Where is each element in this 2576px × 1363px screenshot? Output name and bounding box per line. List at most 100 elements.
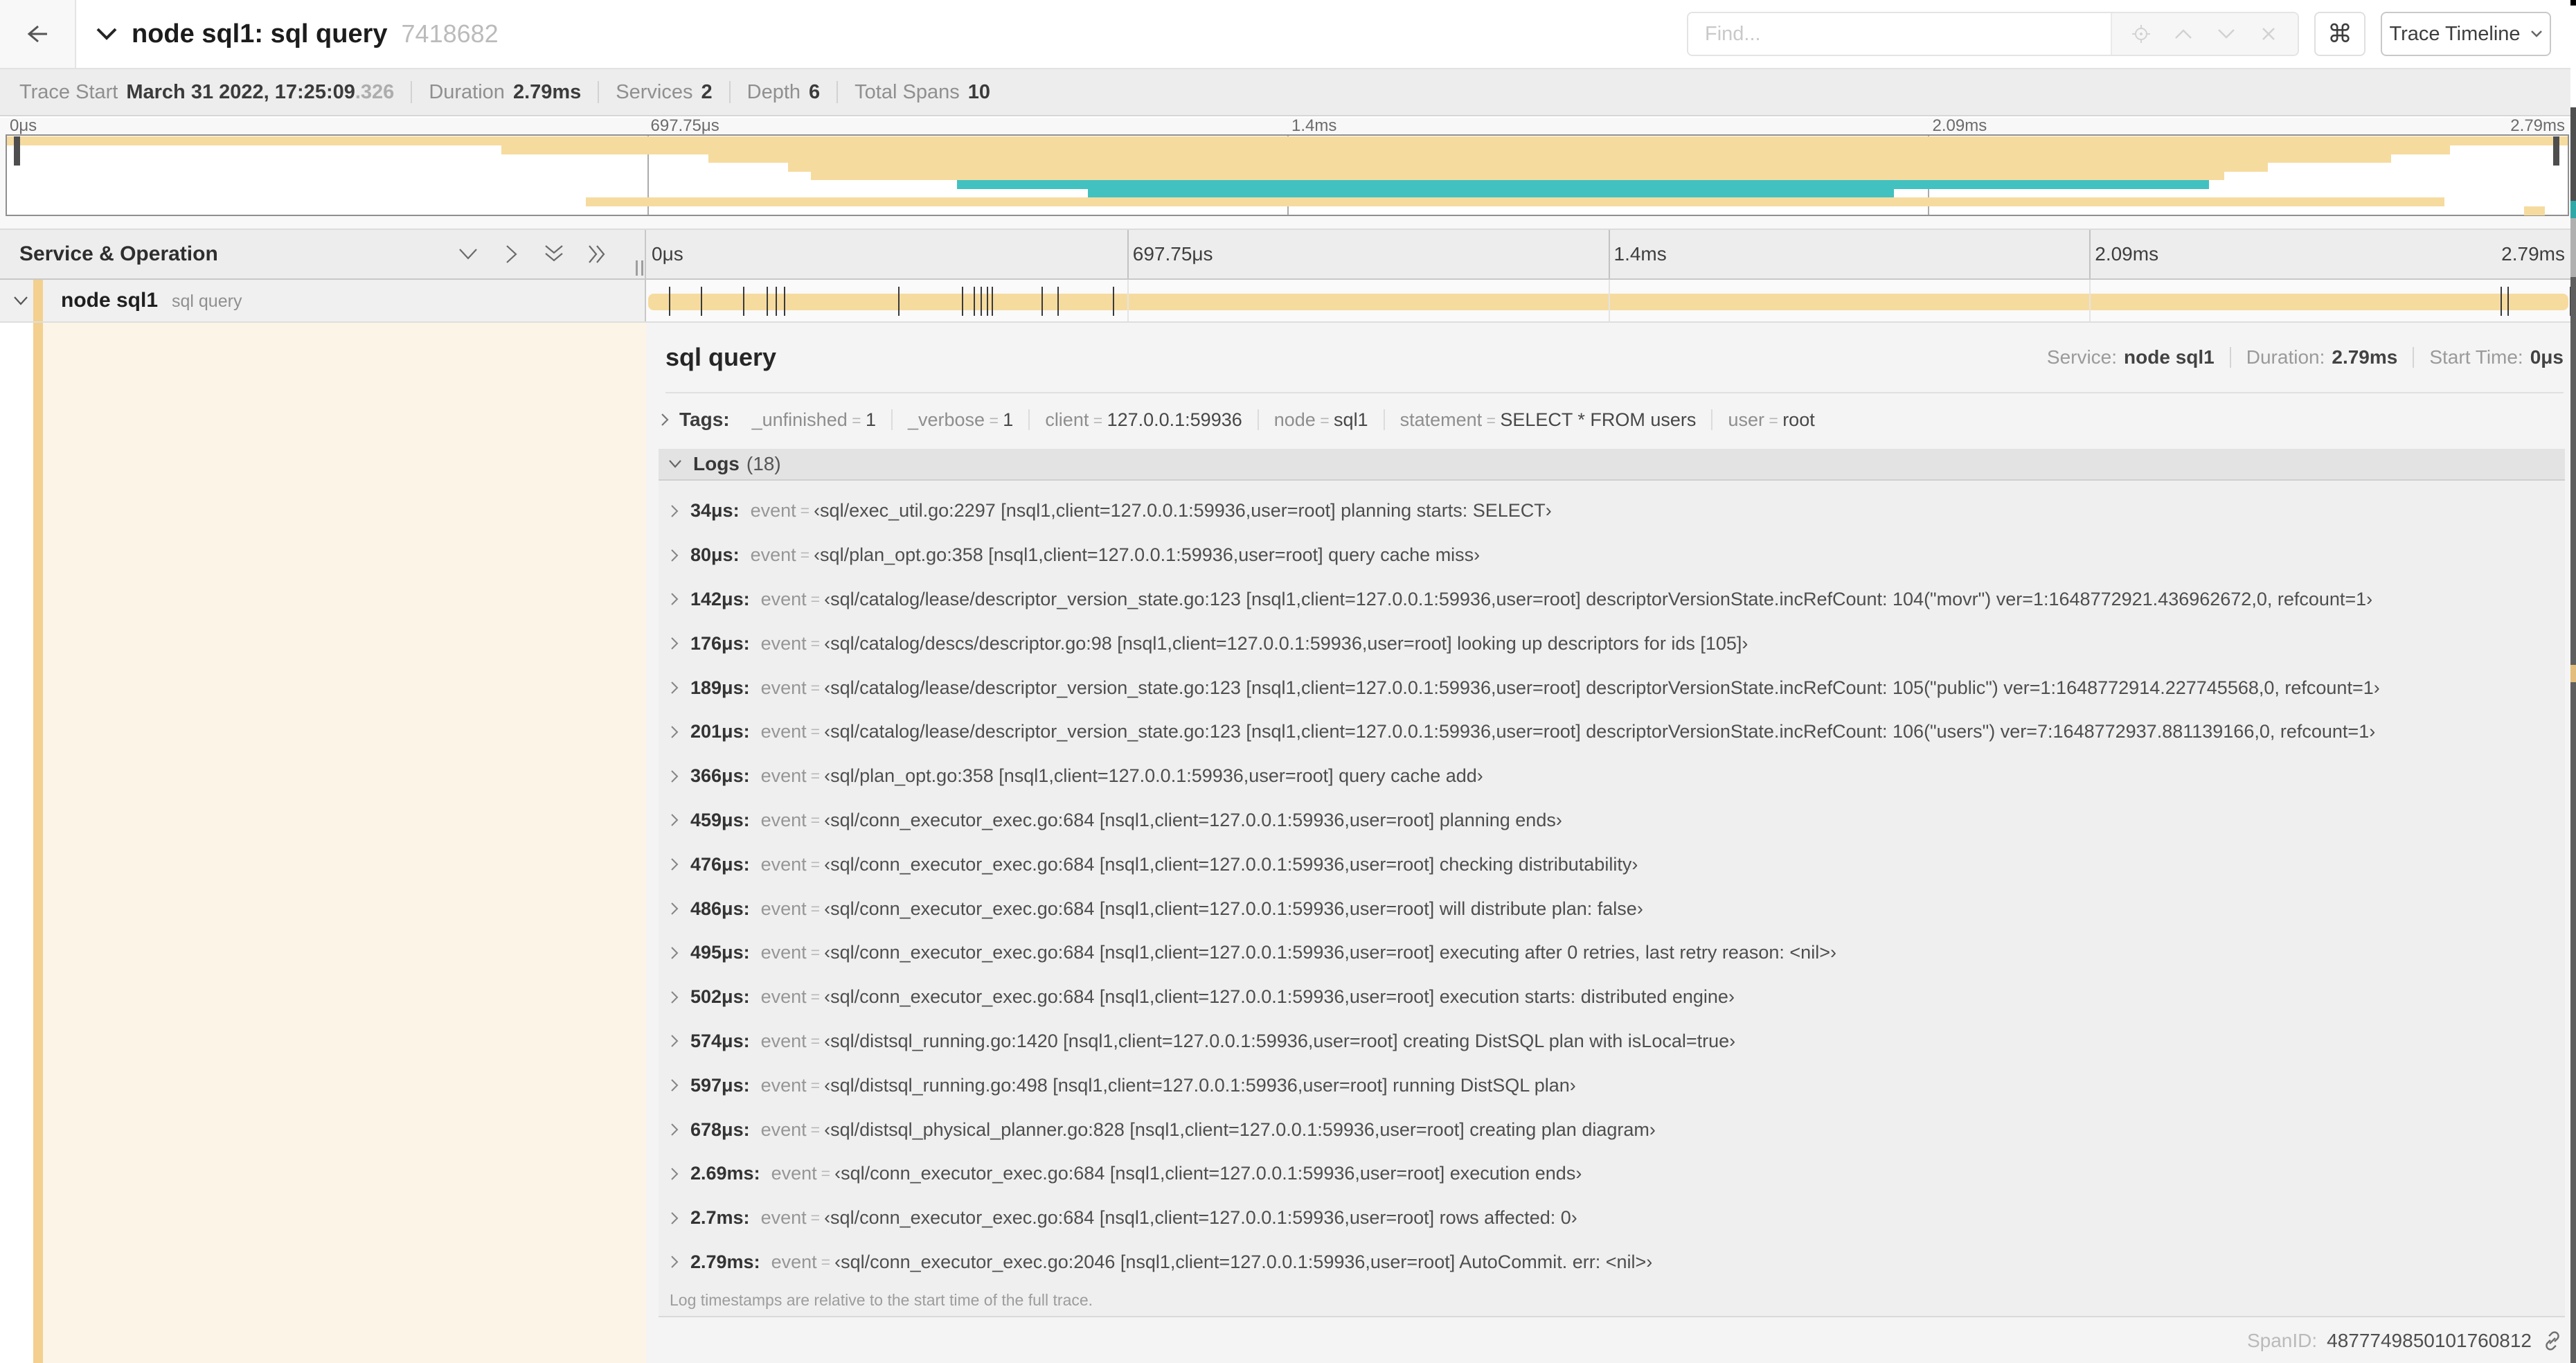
find-input[interactable] bbox=[1688, 13, 2111, 55]
log-equals: = bbox=[810, 855, 821, 873]
log-entry-row[interactable]: 189μs: event = ‹sql/catalog/lease/descripto… bbox=[659, 666, 2565, 710]
column-resizer-handle[interactable] bbox=[636, 260, 643, 276]
span-collapse-chevron-icon[interactable] bbox=[12, 295, 29, 306]
log-field-value: ‹sql/plan_opt.go:358 [nsql1,client=127.0… bbox=[824, 765, 1483, 787]
meta-value: 0μs bbox=[2530, 346, 2564, 368]
log-timestamp: 486μs: bbox=[690, 898, 750, 919]
tag-value: root bbox=[1782, 409, 1815, 430]
span-bar-row[interactable] bbox=[646, 280, 2571, 321]
log-timestamp: 189μs: bbox=[690, 677, 750, 698]
find-clear-icon[interactable] bbox=[2255, 20, 2282, 48]
find-prev-icon[interactable] bbox=[2170, 20, 2197, 48]
log-entry-row[interactable]: 502μs: event = ‹sql/conn_executor_exec.go:6… bbox=[659, 975, 2565, 1019]
meta-label: Service: bbox=[2046, 346, 2118, 368]
span-detail-left-column bbox=[0, 323, 646, 1363]
trace-collapse-chevron-icon[interactable] bbox=[96, 26, 118, 42]
log-event-tick bbox=[700, 287, 702, 316]
log-equals: = bbox=[810, 1120, 821, 1139]
logs-header[interactable]: Logs (18) bbox=[659, 449, 2565, 481]
tag-equals: = bbox=[985, 411, 1003, 429]
tag-value: SELECT * FROM users bbox=[1500, 409, 1697, 430]
log-event-tick bbox=[987, 287, 989, 316]
log-field-value: ‹sql/catalog/descs/descriptor.go:98 [nsq… bbox=[824, 632, 1748, 654]
log-equals: = bbox=[810, 634, 821, 652]
minimap-span bbox=[501, 145, 2450, 154]
log-entry-row[interactable]: 142μs: event = ‹sql/catalog/lease/descripto… bbox=[659, 578, 2565, 622]
trace-minimap[interactable]: 0μs 697.75μs 1.4ms 2.09ms 2.79ms bbox=[0, 116, 2576, 229]
tags-row[interactable]: Tags: _unfinished = 1 _verbose = 1 client … bbox=[657, 395, 2564, 445]
meta-label: Start Time: bbox=[2429, 346, 2523, 368]
log-entry-row[interactable]: 678μs: event = ‹sql/distsql_physical_planne… bbox=[659, 1107, 2565, 1152]
tag-item[interactable]: _unfinished = 1 bbox=[737, 409, 891, 431]
collapse-one-icon[interactable] bbox=[456, 242, 480, 266]
viewport-right-handle[interactable] bbox=[2553, 136, 2559, 166]
log-entry-row[interactable]: 476μs: event = ‹sql/conn_executor_exec.go:6… bbox=[659, 842, 2565, 887]
log-entry-row[interactable]: 495μs: event = ‹sql/conn_executor_exec.go:6… bbox=[659, 931, 2565, 975]
log-entry-row[interactable]: 597μs: event = ‹sql/distsql_running.go:498 … bbox=[659, 1063, 2565, 1107]
tag-item[interactable]: statement = SELECT * FROM users bbox=[1385, 409, 1712, 431]
log-equals: = bbox=[810, 943, 821, 962]
trace-info-item: Total Spans 10 bbox=[855, 81, 990, 104]
log-entry-row[interactable]: 486μs: event = ‹sql/conn_executor_exec.go:6… bbox=[659, 887, 2565, 931]
log-timestamp: 678μs: bbox=[690, 1119, 750, 1140]
chevron-right-icon bbox=[670, 769, 679, 783]
log-field-key: event bbox=[760, 853, 807, 875]
trace-view-selector[interactable]: Trace Timeline bbox=[2381, 12, 2551, 56]
log-entry-row[interactable]: 2.79ms: event = ‹sql/conn_executor_exec.go:… bbox=[659, 1240, 2565, 1285]
span-name-cell[interactable]: node sql1 sql query bbox=[0, 280, 646, 321]
chevron-right-icon bbox=[670, 725, 679, 739]
log-entry-row[interactable]: 574μs: event = ‹sql/distsql_running.go:1420… bbox=[659, 1019, 2565, 1064]
log-entry-row[interactable]: 366μs: event = ‹sql/plan_opt.go:358 [nsql1,… bbox=[659, 754, 2565, 799]
trace-info-bar: Trace Start March 31 2022, 17:25:09.326 Du… bbox=[0, 69, 2576, 116]
log-field-key: event bbox=[760, 1074, 807, 1096]
minimap-graph[interactable] bbox=[6, 134, 2569, 216]
log-timestamp: 2.79ms: bbox=[690, 1251, 760, 1272]
tag-item[interactable]: user = root bbox=[1712, 409, 1830, 431]
ruler-tick-label: 697.75μs bbox=[1132, 243, 1213, 265]
chevron-down-icon bbox=[2530, 30, 2543, 38]
log-field-value: ‹sql/distsql_running.go:1420 [nsql1,clie… bbox=[824, 1030, 1736, 1051]
log-entry-row[interactable]: 459μs: event = ‹sql/conn_executor_exec.go:6… bbox=[659, 799, 2565, 843]
span-service-name: node sql1 bbox=[61, 289, 159, 312]
log-entry-row[interactable]: 2.69ms: event = ‹sql/conn_executor_exec.go:… bbox=[659, 1152, 2565, 1196]
tag-item[interactable]: _verbose = 1 bbox=[893, 409, 1028, 431]
log-equals: = bbox=[800, 501, 810, 520]
info-label: Services bbox=[616, 80, 693, 103]
log-timestamp: 2.69ms: bbox=[690, 1163, 760, 1184]
keyboard-shortcuts-button[interactable]: ⌘ bbox=[2314, 12, 2365, 56]
deep-link-icon[interactable] bbox=[2541, 1330, 2564, 1352]
expand-one-icon[interactable] bbox=[499, 242, 523, 266]
trace-info-item: Duration 2.79ms bbox=[429, 81, 581, 104]
log-entry-row[interactable]: 2.7ms: event = ‹sql/conn_executor_exec.go:6… bbox=[659, 1196, 2565, 1240]
log-entry-row[interactable]: 201μs: event = ‹sql/catalog/lease/descripto… bbox=[659, 710, 2565, 754]
chevron-right-icon bbox=[670, 902, 679, 916]
span-detail-header[interactable]: sql query Service: node sql1 Duration: 2.79… bbox=[646, 323, 2570, 392]
tag-item[interactable]: client = 127.0.0.1:59936 bbox=[1030, 409, 1257, 431]
timeline-gridline bbox=[1127, 280, 1129, 321]
find-next-icon[interactable] bbox=[2212, 20, 2240, 48]
span-color-strip bbox=[33, 280, 43, 321]
log-entry-row[interactable]: 176μs: event = ‹sql/catalog/descs/descripto… bbox=[659, 621, 2565, 666]
ruler-tick-label: 0μs bbox=[652, 243, 683, 265]
log-field-value: ‹sql/conn_executor_exec.go:684 [nsql1,cl… bbox=[824, 1207, 1577, 1229]
locate-icon[interactable] bbox=[2127, 20, 2155, 48]
chevron-right-icon bbox=[670, 813, 679, 827]
ruler-tick-label: 2.79ms bbox=[2501, 243, 2565, 265]
back-arrow-icon bbox=[24, 22, 51, 46]
log-field-key: event bbox=[760, 632, 807, 654]
minimap-span bbox=[2524, 206, 2545, 215]
trace-title-group: node sql1: sql query 7418682 bbox=[96, 0, 499, 68]
spanid-label: SpanID: bbox=[2246, 1330, 2318, 1351]
collapse-all-icon[interactable] bbox=[542, 242, 566, 266]
viewport-left-handle[interactable] bbox=[14, 136, 20, 166]
log-entry-row[interactable]: 80μs: event = ‹sql/plan_opt.go:358 [nsql1,c… bbox=[659, 533, 2565, 578]
back-button[interactable] bbox=[0, 0, 76, 68]
log-field-value: ‹sql/conn_executor_exec.go:684 [nsql1,cl… bbox=[834, 1163, 1582, 1184]
tag-item[interactable]: node = sql1 bbox=[1259, 409, 1384, 431]
log-equals: = bbox=[800, 546, 810, 564]
log-equals: = bbox=[810, 678, 821, 697]
log-field-key: event bbox=[771, 1163, 817, 1184]
expand-all-icon[interactable] bbox=[585, 242, 609, 266]
find-controls bbox=[2111, 13, 2298, 55]
log-entry-row[interactable]: 34μs: event = ‹sql/exec_util.go:2297 [nsql1… bbox=[659, 489, 2565, 533]
